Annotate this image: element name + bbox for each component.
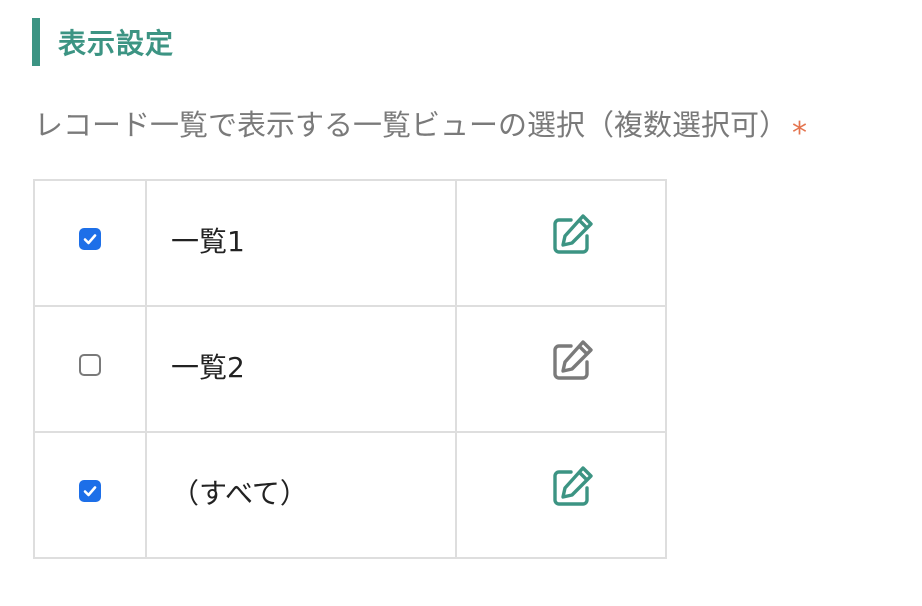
required-mark: * — [792, 116, 808, 151]
view-checkbox[interactable] — [79, 354, 101, 376]
edit-icon[interactable] — [549, 464, 595, 510]
checkbox-cell — [33, 431, 147, 559]
view-name: 一覧1 — [171, 225, 245, 258]
section-header: 表示設定 — [32, 18, 174, 66]
view-name-cell: 一覧1 — [145, 179, 457, 307]
table-row: 一覧2 — [33, 305, 667, 433]
table-row: （すべて） — [33, 431, 667, 559]
view-checkbox[interactable] — [79, 480, 101, 502]
view-name: 一覧2 — [171, 351, 245, 384]
table-row: 一覧1 — [33, 179, 667, 307]
view-name-cell: （すべて） — [145, 431, 457, 559]
view-name-cell: 一覧2 — [145, 305, 457, 433]
field-description-text: レコード一覧で表示する一覧ビューの選択（複数選択可） — [34, 108, 789, 142]
view-list-table: 一覧1 一覧2 （すべて） — [33, 179, 667, 559]
edit-cell — [455, 431, 667, 559]
checkbox-cell — [33, 305, 147, 433]
view-checkbox[interactable] — [79, 228, 101, 250]
view-name: （すべて） — [171, 477, 308, 510]
section-accent-bar — [32, 18, 40, 66]
checkbox-cell — [33, 179, 147, 307]
edit-icon[interactable] — [549, 338, 595, 384]
field-description: レコード一覧で表示する一覧ビューの選択（複数選択可） * — [34, 102, 807, 151]
section-title: 表示設定 — [58, 27, 175, 60]
edit-icon[interactable] — [549, 212, 595, 258]
edit-cell — [455, 305, 667, 433]
edit-cell — [455, 179, 667, 307]
